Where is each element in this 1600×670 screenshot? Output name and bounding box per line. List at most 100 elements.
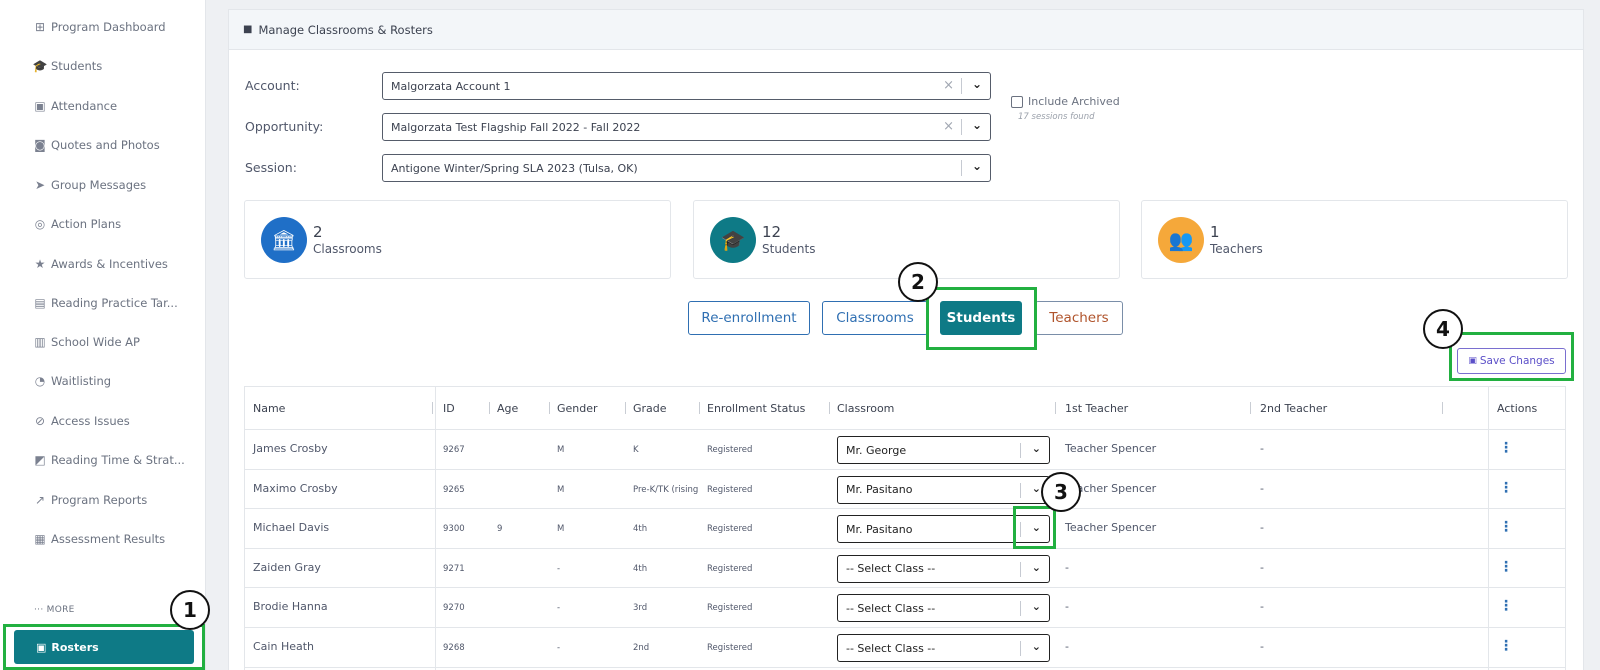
student-grade: K: [633, 445, 639, 455]
chevron-down-icon[interactable]: ⌄: [1032, 482, 1041, 495]
sidebar-item-rosters[interactable]: ▣ Rosters: [14, 630, 194, 664]
student-gender: M: [557, 445, 565, 455]
sidebar-item[interactable]: ⊘ Access Issues: [32, 410, 130, 432]
column-header[interactable]: Actions: [1497, 402, 1537, 415]
column-header[interactable]: ID: [443, 402, 455, 415]
classroom-select[interactable]: -- Select Class -- ⌄: [837, 594, 1050, 623]
more-link[interactable]: ··· MORE: [34, 605, 75, 615]
sidebar-item[interactable]: ⊞ Program Dashboard: [32, 16, 166, 38]
column-header[interactable]: Enrollment Status: [707, 402, 805, 415]
classroom-value: -- Select Class --: [846, 601, 936, 615]
second-teacher: -: [1260, 600, 1264, 614]
second-teacher: -: [1260, 442, 1264, 455]
account-label: Account:: [245, 78, 300, 93]
sidebar-item[interactable]: ➤ Group Messages: [32, 174, 146, 196]
student-id: 9270: [443, 603, 465, 614]
opportunity-select[interactable]: Malgorzata Test Flagship Fall 2022 - Fal…: [382, 113, 991, 141]
classroom-select[interactable]: -- Select Class -- ⌄: [837, 634, 1050, 662]
kebab-menu-icon[interactable]: ⋮: [1499, 598, 1513, 614]
sidebar-item[interactable]: ▤ Reading Practice Tar...: [32, 292, 177, 314]
kebab-menu-icon[interactable]: ⋮: [1499, 519, 1513, 535]
column-header[interactable]: Age: [497, 402, 518, 415]
tab-teachers[interactable]: Teachers: [1035, 301, 1123, 335]
sidebar-item[interactable]: ◩ Reading Time & Strat...: [32, 449, 185, 471]
sidebar-item-label: Group Messages: [51, 178, 147, 192]
enrollment-status: Registered: [707, 445, 753, 455]
kebab-menu-icon[interactable]: ⋮: [1499, 638, 1513, 654]
chevron-down-icon[interactable]: ⌄: [1032, 561, 1041, 574]
clear-icon[interactable]: ×: [943, 78, 954, 93]
kebab-menu-icon[interactable]: ⋮: [1499, 440, 1513, 456]
sidebar-item[interactable]: ▦ Assessment Results: [32, 528, 165, 550]
student-grade: 4th: [633, 563, 648, 574]
session-select[interactable]: Antigone Winter/Spring SLA 2023 (Tulsa, …: [382, 154, 991, 182]
sidebar-item[interactable]: ▣ Attendance: [32, 95, 117, 117]
account-value: Malgorzata Account 1: [391, 79, 511, 93]
student-gender: -: [557, 603, 561, 614]
column-header[interactable]: Gender: [557, 402, 598, 415]
session-label: Session:: [245, 160, 297, 175]
header-divider: [625, 402, 626, 414]
table-row: James Crosby 9267 M K Registered Teacher Spen…: [245, 430, 1565, 470]
send-icon: ➤: [34, 178, 46, 192]
stat-value: 1: [1210, 223, 1220, 241]
sidebar-item-label: School Wide AP: [51, 335, 140, 349]
kebab-menu-icon[interactable]: ⋮: [1499, 559, 1513, 575]
chevron-down-icon[interactable]: ⌄: [972, 159, 982, 173]
sidebar-item[interactable]: ▥ School Wide AP: [32, 331, 140, 353]
student-gender: -: [557, 563, 561, 574]
student-id: 9267: [443, 445, 465, 455]
graduation-cap-icon: 🎓: [32, 59, 48, 73]
chevron-down-icon[interactable]: ⌄: [1032, 442, 1041, 455]
floppy-disk-icon: ▣: [1468, 356, 1477, 366]
tab-re-enrollment[interactable]: Re-enrollment: [688, 301, 810, 335]
classroom-select[interactable]: -- Select Class -- ⌄: [837, 554, 1050, 583]
table-row: Cain Heath 9268 - 2nd Registered - - -- Select …: [245, 628, 1565, 668]
callout-2: 2: [898, 262, 938, 302]
include-archived-checkbox[interactable]: [1011, 96, 1023, 108]
tab-students[interactable]: Students: [940, 301, 1022, 335]
classroom-select[interactable]: Mr. Pasitano ⌄: [837, 515, 1050, 544]
kebab-menu-icon[interactable]: ⋮: [1499, 480, 1513, 496]
classroom-value: Mr. George: [846, 443, 907, 457]
account-select[interactable]: Malgorzata Account 1 × ⌄: [382, 72, 991, 100]
column-header[interactable]: 1st Teacher: [1065, 402, 1128, 415]
sidebar-item[interactable]: ★ Awards & Incentives: [32, 253, 168, 275]
student-name: James Crosby: [253, 442, 328, 455]
header-divider: [699, 402, 700, 414]
student-gender: M: [557, 524, 565, 535]
chevron-down-icon[interactable]: ⌄: [972, 77, 982, 91]
column-header[interactable]: Classroom: [837, 402, 894, 415]
classroom-value: -- Select Class --: [846, 562, 936, 576]
sidebar-item-label: Program Dashboard: [51, 20, 166, 34]
clear-icon[interactable]: ×: [943, 119, 954, 134]
column-header[interactable]: Name: [253, 402, 285, 415]
save-changes-button[interactable]: ▣ Save Changes: [1457, 348, 1566, 374]
tab-classrooms[interactable]: Classrooms: [822, 301, 928, 335]
column-header[interactable]: 2nd Teacher: [1260, 402, 1327, 415]
chevron-down-icon[interactable]: ⌄: [1032, 521, 1041, 534]
chevron-down-icon[interactable]: ⌄: [972, 118, 982, 132]
institution-icon: 🏛: [261, 217, 307, 263]
callout-4: 4: [1423, 309, 1463, 349]
classroom-select[interactable]: Mr. George ⌄: [837, 436, 1050, 464]
sidebar-item[interactable]: ◙ Quotes and Photos: [32, 134, 160, 156]
enrollment-status: Registered: [707, 563, 753, 574]
classroom-select[interactable]: Mr. Pasitano ⌄: [837, 475, 1050, 504]
enrollment-status: Registered: [707, 603, 753, 614]
stat-value: 12: [762, 223, 782, 241]
sidebar-item-label: Access Issues: [51, 414, 130, 428]
book-open-icon: ▦: [34, 532, 46, 546]
column-header[interactable]: Grade: [633, 402, 667, 415]
first-teacher: Teacher Spencer: [1065, 521, 1157, 535]
enrollment-status: Registered: [707, 643, 753, 653]
sidebar-item[interactable]: ↗ Program Reports: [32, 489, 147, 511]
chevron-down-icon[interactable]: ⌄: [1032, 640, 1041, 653]
save-label: Save Changes: [1479, 355, 1555, 367]
sidebar-item[interactable]: 🎓 Students: [32, 55, 103, 77]
sidebar-item[interactable]: ◎ Action Plans: [32, 213, 121, 235]
include-archived-label[interactable]: Include Archived: [1028, 95, 1120, 108]
chevron-down-icon[interactable]: ⌄: [1032, 600, 1041, 613]
sidebar-item[interactable]: ◔ Waitlisting: [32, 370, 111, 392]
classroom-value: -- Select Class --: [846, 641, 936, 655]
